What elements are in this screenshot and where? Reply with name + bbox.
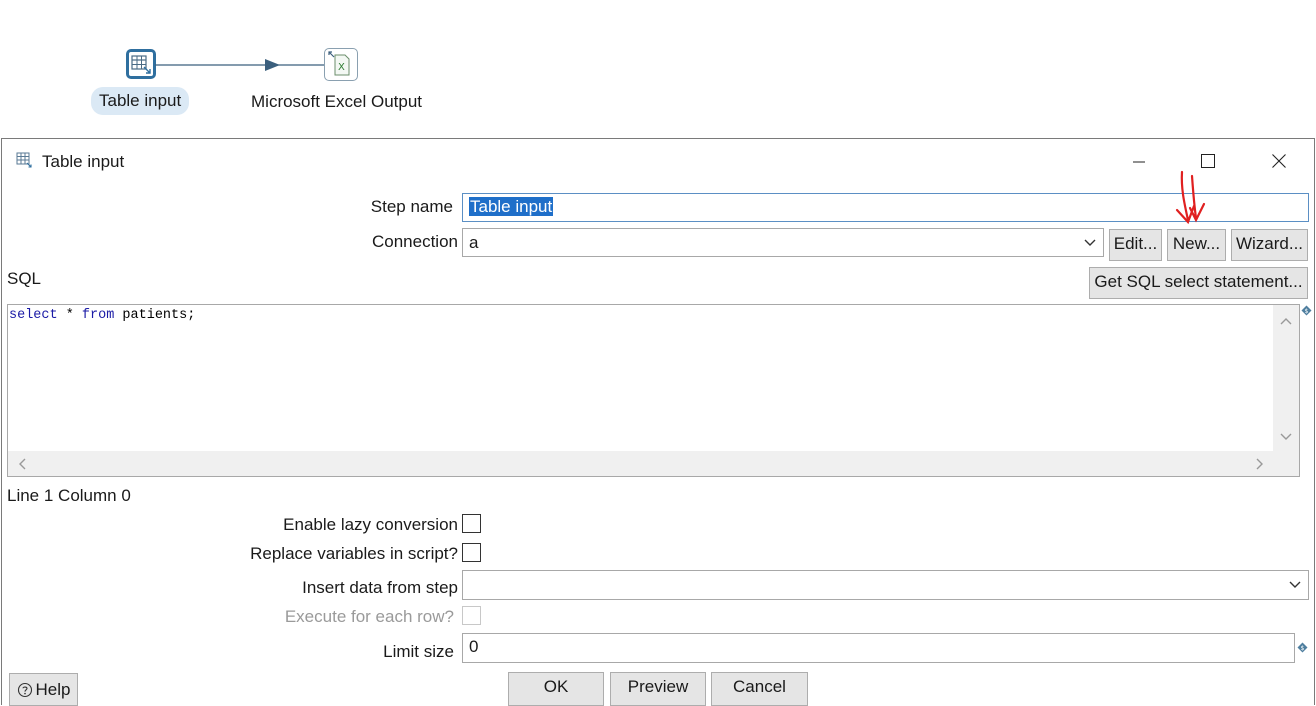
table-input-step-label[interactable]: Table input bbox=[91, 87, 190, 115]
sql-label: SQL bbox=[7, 269, 42, 288]
ok-button[interactable]: OK bbox=[508, 672, 604, 706]
excel-output-step-icon[interactable]: X bbox=[324, 48, 358, 81]
scroll-up-icon bbox=[1280, 318, 1292, 325]
svg-text:$: $ bbox=[1305, 308, 1309, 315]
horizontal-scrollbar[interactable] bbox=[8, 451, 1299, 476]
dialog-title: Table input bbox=[42, 152, 125, 171]
hop-arrow[interactable] bbox=[155, 55, 330, 75]
close-button[interactable] bbox=[1256, 142, 1302, 180]
cancel-button[interactable]: Cancel bbox=[711, 672, 808, 706]
connection-select[interactable]: a bbox=[462, 228, 1104, 257]
sql-keyword: from bbox=[81, 308, 115, 323]
excel-output-step-label[interactable]: Microsoft Excel Output bbox=[251, 90, 422, 114]
scroll-right-icon bbox=[1256, 458, 1263, 470]
new-connection-button[interactable]: New... bbox=[1167, 229, 1226, 261]
sql-code: select * from patients; bbox=[9, 307, 195, 325]
variable-icon: $ bbox=[1301, 305, 1312, 316]
table-input-icon bbox=[16, 152, 32, 168]
lazy-conversion-label: Enable lazy conversion bbox=[283, 515, 458, 534]
close-icon bbox=[1272, 154, 1286, 168]
replace-variables-label: Replace variables in script? bbox=[250, 544, 458, 563]
edit-connection-button[interactable]: Edit... bbox=[1109, 229, 1162, 261]
sql-text: patients; bbox=[114, 308, 196, 323]
get-sql-button[interactable]: Get SQL select statement... bbox=[1089, 267, 1308, 299]
sql-keyword: select bbox=[9, 308, 58, 323]
connection-value: a bbox=[469, 232, 479, 252]
chevron-down-icon bbox=[1084, 239, 1096, 246]
limit-size-value: 0 bbox=[469, 637, 479, 656]
insert-data-select[interactable] bbox=[462, 570, 1309, 600]
lazy-conversion-checkbox[interactable] bbox=[462, 514, 481, 533]
annotation-arrows bbox=[1175, 170, 1206, 225]
execute-each-row-checkbox[interactable] bbox=[462, 606, 481, 625]
help-button[interactable]: Help bbox=[9, 673, 78, 706]
scroll-left-icon bbox=[19, 458, 26, 470]
limit-size-label: Limit size bbox=[383, 642, 454, 661]
wizard-button[interactable]: Wizard... bbox=[1231, 229, 1308, 261]
execute-each-row-label: Execute for each row? bbox=[284, 607, 454, 626]
chevron-down-icon bbox=[1289, 581, 1301, 588]
table-input-step-icon[interactable] bbox=[126, 49, 156, 79]
replace-variables-checkbox[interactable] bbox=[462, 543, 481, 562]
excel-glyph: X bbox=[338, 62, 345, 73]
sql-text: * bbox=[57, 308, 82, 323]
help-icon bbox=[17, 682, 32, 697]
minimize-icon bbox=[1133, 161, 1145, 163]
step-name-label: Step name bbox=[370, 197, 453, 216]
preview-button[interactable]: Preview bbox=[610, 672, 706, 706]
svg-text:$: $ bbox=[1301, 645, 1305, 652]
step-name-value: Table input bbox=[469, 197, 554, 216]
help-label: Help bbox=[35, 679, 71, 699]
scroll-down-icon bbox=[1280, 433, 1292, 440]
vertical-scrollbar[interactable] bbox=[1273, 305, 1299, 451]
variable-icon: $ bbox=[1297, 642, 1308, 653]
limit-size-input[interactable]: 0 bbox=[462, 633, 1295, 663]
sql-editor[interactable]: select * from patients; bbox=[7, 304, 1300, 477]
minimize-button[interactable] bbox=[1116, 142, 1162, 180]
maximize-icon bbox=[1201, 154, 1215, 168]
connection-label: Connection bbox=[371, 232, 458, 251]
insert-data-label: Insert data from step bbox=[302, 578, 458, 597]
cursor-status: Line 1 Column 0 bbox=[7, 486, 131, 505]
